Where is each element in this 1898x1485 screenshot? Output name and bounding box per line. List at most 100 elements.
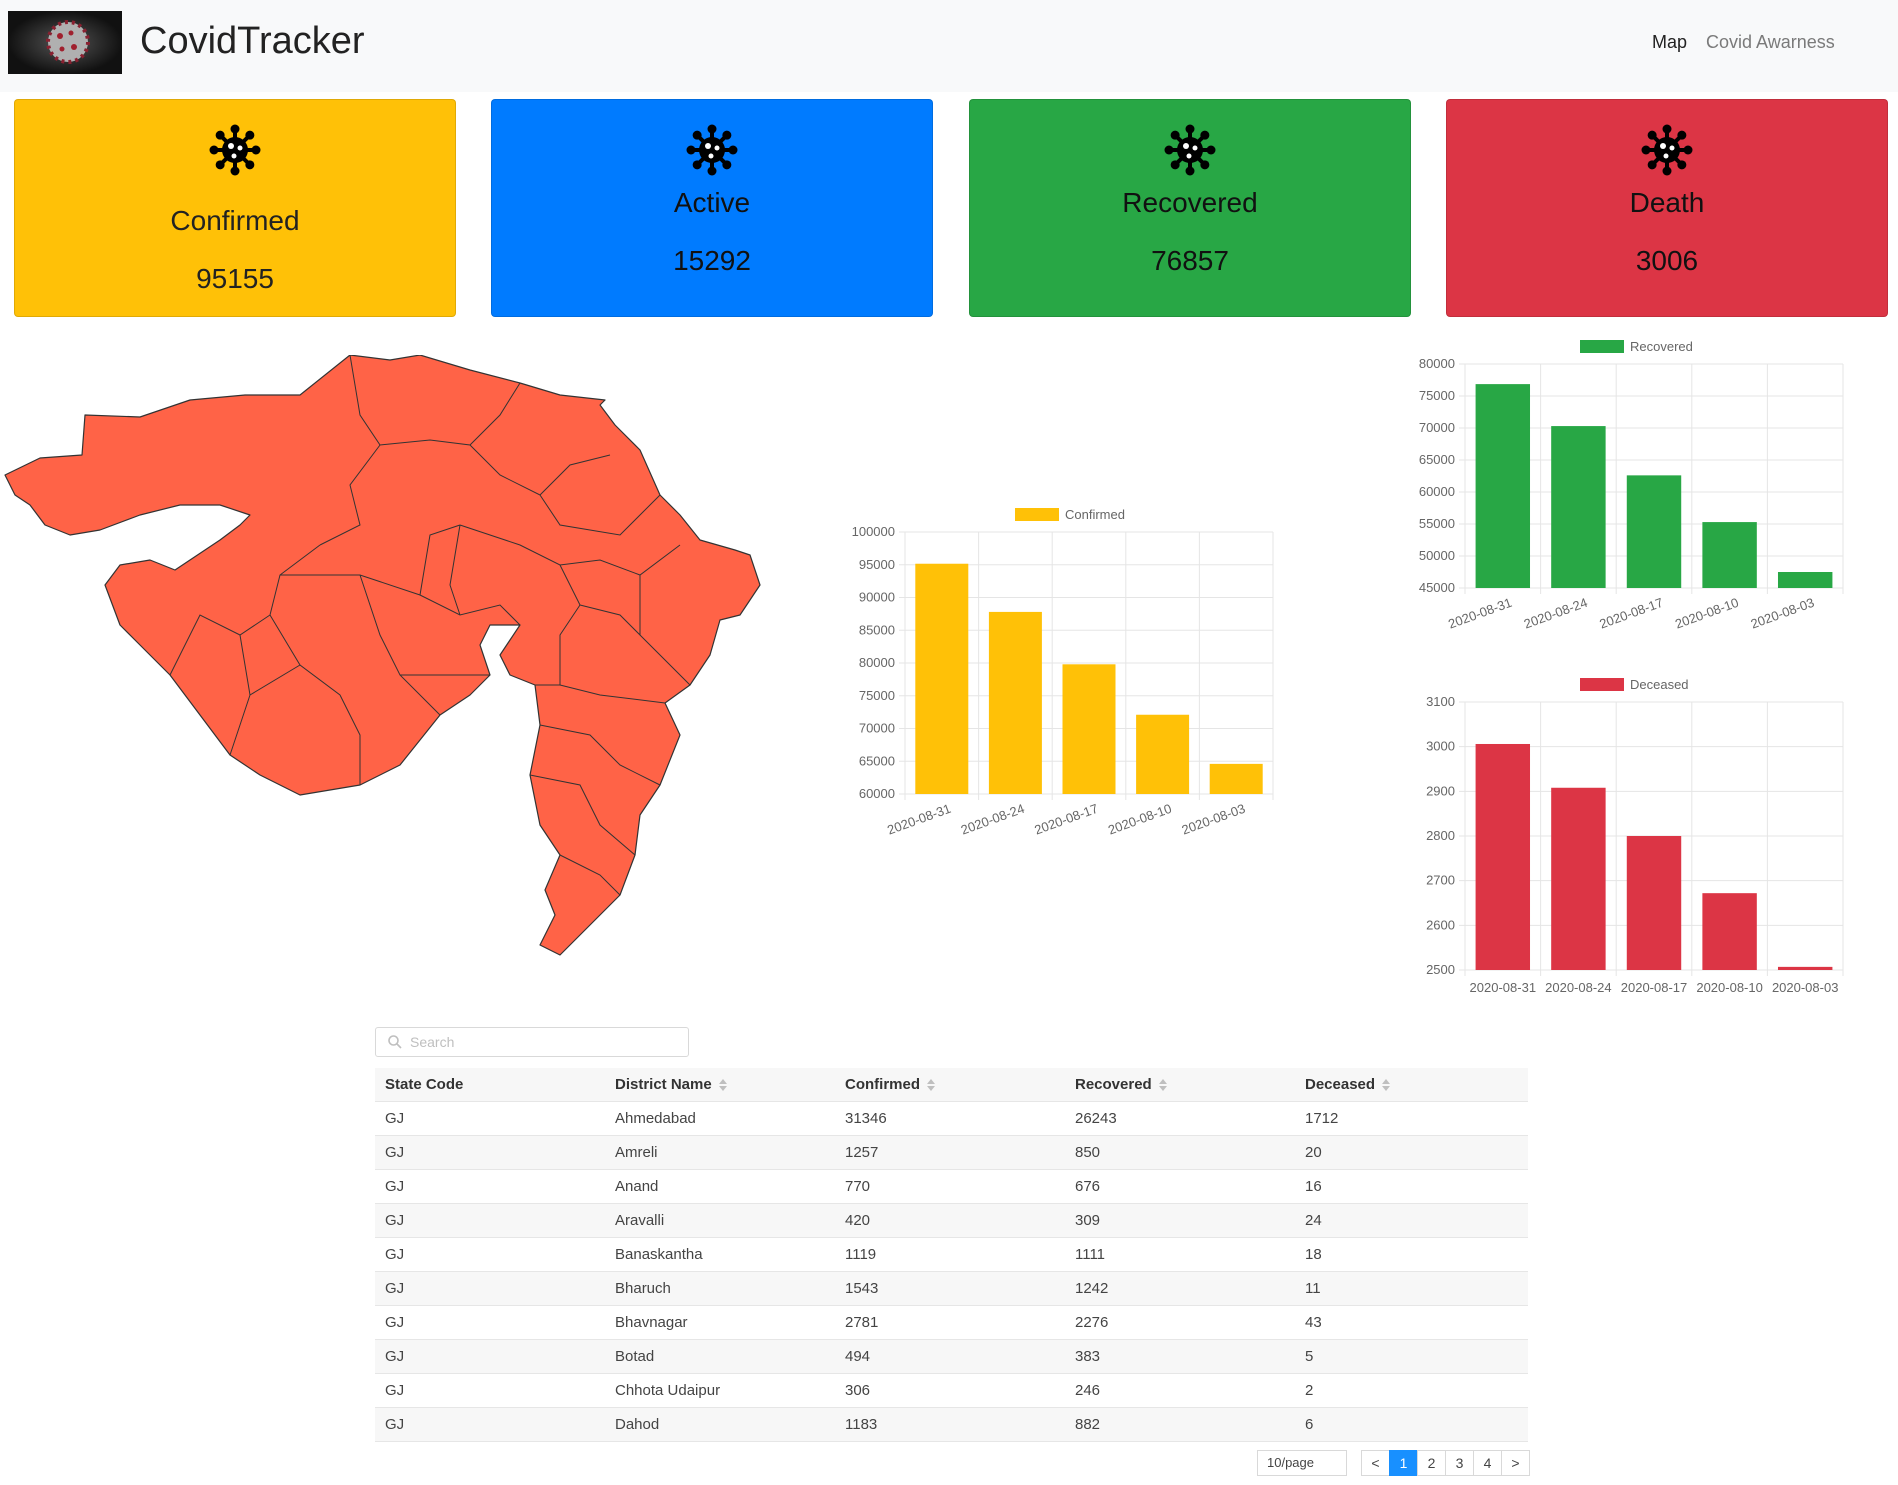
x-tick-label: 2020-08-10	[1696, 980, 1763, 995]
table-row: GJ Bhavnagar 2781 2276 43	[375, 1305, 1528, 1340]
legend-label[interactable]: Confirmed	[1065, 507, 1125, 522]
y-tick-label: 70000	[1419, 420, 1455, 435]
x-tick-label: 2020-08-31	[1470, 980, 1537, 995]
cell-district-name: Bharuch	[605, 1271, 835, 1306]
cell-state-code: GJ	[375, 1169, 605, 1204]
virus-icon	[1164, 124, 1216, 176]
bar[interactable]	[1136, 714, 1190, 794]
bar[interactable]	[1209, 763, 1263, 794]
table-row: GJ Chhota Udaipur 306 246 2	[375, 1373, 1528, 1408]
table-row: GJ Amreli 1257 850 20	[375, 1135, 1528, 1170]
x-tick-label: 2020-08-17	[1597, 595, 1665, 632]
cell-confirmed: 420	[835, 1203, 1065, 1238]
card-value: 3006	[1635, 245, 1699, 276]
page-button-1[interactable]: 1	[1389, 1450, 1418, 1476]
legend-label[interactable]: Recovered	[1630, 339, 1693, 354]
sort-icon[interactable]	[718, 1078, 728, 1092]
y-tick-label: 80000	[1419, 356, 1455, 371]
cell-recovered: 882	[1065, 1407, 1295, 1442]
y-tick-label: 50000	[1419, 548, 1455, 563]
coronavirus-logo[interactable]	[8, 11, 122, 74]
y-tick-label: 95000	[859, 557, 895, 572]
cell-recovered: 246	[1065, 1373, 1295, 1408]
bar[interactable]	[1551, 426, 1606, 588]
legend-swatch[interactable]	[1580, 340, 1624, 353]
cell-deceased: 1712	[1295, 1101, 1528, 1136]
y-tick-label: 90000	[859, 590, 895, 605]
column-header-confirmed[interactable]: Confirmed	[835, 1068, 1065, 1102]
legend-label[interactable]: Deceased	[1630, 677, 1689, 692]
cell-recovered: 850	[1065, 1135, 1295, 1170]
bar[interactable]	[1777, 966, 1833, 970]
cell-state-code: GJ	[375, 1101, 605, 1136]
prev-page-button[interactable]: <	[1361, 1450, 1390, 1476]
page-size-select[interactable]: 10/page	[1257, 1450, 1347, 1476]
cell-confirmed: 1119	[835, 1237, 1065, 1272]
gujarat-district-map[interactable]	[0, 355, 780, 960]
cell-confirmed: 2781	[835, 1305, 1065, 1340]
deceased-chart: Deceased 3100 3000 2900 2800 2700 2600 2500 2020…	[1426, 677, 1844, 995]
x-tick-label: 2020-08-17	[1621, 980, 1688, 995]
brand-title[interactable]: CovidTracker	[140, 20, 365, 63]
active-card: Active 15292	[491, 99, 933, 317]
cell-confirmed: 31346	[835, 1101, 1065, 1136]
page-button-3[interactable]: 3	[1445, 1450, 1474, 1476]
table-row: GJ Anand 770 676 16	[375, 1169, 1528, 1204]
cell-district-name: Anand	[605, 1169, 835, 1204]
cell-state-code: GJ	[375, 1135, 605, 1170]
bar[interactable]	[1702, 522, 1757, 588]
cell-recovered: 2276	[1065, 1305, 1295, 1340]
bar[interactable]	[1551, 787, 1606, 970]
cell-confirmed: 1543	[835, 1271, 1065, 1306]
page-button-2[interactable]: 2	[1417, 1450, 1446, 1476]
x-tick-label: 2020-08-03	[1772, 980, 1839, 995]
table-row: GJ Ahmedabad 31346 26243 1712	[375, 1101, 1528, 1136]
cell-recovered: 309	[1065, 1203, 1295, 1238]
bar[interactable]	[1702, 893, 1757, 970]
nav-link-covid-awareness[interactable]: Covid Awarness	[1706, 32, 1835, 53]
nav-link-map[interactable]: Map	[1652, 32, 1687, 53]
sort-icon[interactable]	[926, 1078, 936, 1092]
sort-icon[interactable]	[1158, 1078, 1168, 1092]
table-row: GJ Dahod 1183 882 6	[375, 1407, 1528, 1442]
sort-icon[interactable]	[1381, 1078, 1391, 1092]
y-tick-label: 60000	[859, 786, 895, 801]
cell-confirmed: 1183	[835, 1407, 1065, 1442]
bar[interactable]	[1475, 384, 1531, 588]
cell-district-name: Botad	[605, 1339, 835, 1374]
y-tick-label: 2700	[1426, 873, 1455, 888]
y-tick-label: 65000	[859, 753, 895, 768]
recovered-card: Recovered 76857	[969, 99, 1411, 317]
card-value: 15292	[673, 245, 751, 276]
cell-district-name: Dahod	[605, 1407, 835, 1442]
bar[interactable]	[1475, 743, 1531, 970]
page-button-4[interactable]: 4	[1473, 1450, 1502, 1476]
card-value: 76857	[1151, 245, 1229, 276]
bar[interactable]	[1777, 572, 1833, 588]
column-header-recovered[interactable]: Recovered	[1065, 1068, 1295, 1102]
bar[interactable]	[1062, 664, 1116, 794]
pagination: < 1 2 3 4 >	[1361, 1450, 1530, 1476]
legend-swatch[interactable]	[1580, 678, 1624, 691]
column-header-state-code[interactable]: State Code	[375, 1068, 605, 1102]
x-tick-label: 2020-08-03	[1180, 801, 1248, 838]
bar[interactable]	[1626, 836, 1682, 970]
cell-district-name: Banaskantha	[605, 1237, 835, 1272]
bar[interactable]	[915, 563, 969, 794]
bar[interactable]	[988, 611, 1042, 794]
cell-state-code: GJ	[375, 1373, 605, 1408]
next-page-button[interactable]: >	[1501, 1450, 1530, 1476]
column-header-district-name[interactable]: District Name	[605, 1068, 835, 1102]
search-input[interactable]	[375, 1027, 689, 1057]
y-tick-label: 2500	[1426, 962, 1455, 977]
x-tick-label: 2020-08-31	[885, 801, 953, 838]
column-header-deceased[interactable]: Deceased	[1295, 1068, 1528, 1102]
cell-confirmed: 494	[835, 1339, 1065, 1374]
cell-state-code: GJ	[375, 1271, 605, 1306]
cell-deceased: 11	[1295, 1271, 1528, 1306]
cell-recovered: 26243	[1065, 1101, 1295, 1136]
bar[interactable]	[1626, 475, 1682, 588]
y-tick-label: 75000	[1419, 388, 1455, 403]
x-tick-label: 2020-08-24	[1545, 980, 1612, 995]
legend-swatch[interactable]	[1015, 508, 1059, 521]
